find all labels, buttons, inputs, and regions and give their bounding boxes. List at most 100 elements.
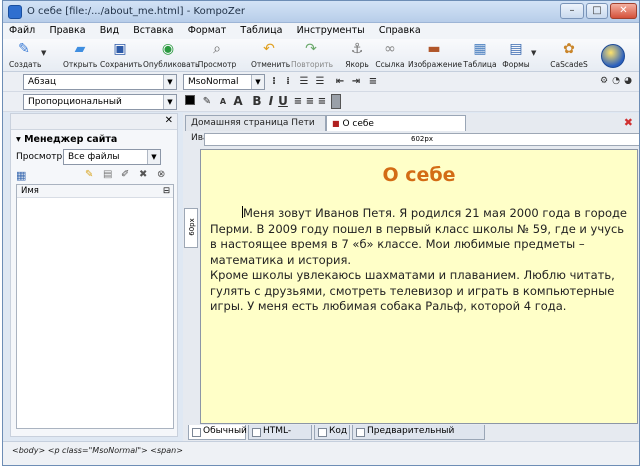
align-right-icon[interactable]: ≡ [317, 95, 327, 108]
link-icon: ∞ [384, 41, 396, 57]
new-button[interactable]: ✎ Создать [9, 41, 41, 69]
anchor-icon: ⚓ [350, 41, 364, 57]
height-ruler: 60px [184, 208, 198, 248]
close-tab-icon[interactable]: ✖ [624, 116, 633, 129]
format-toolbar-1: Абзац ▼ MsoNormal ▼ ⁝ ⁞ ☰ ☰ ⇤ ⇥ ≡ ⚙ ◔ ◕ [3, 72, 639, 92]
app-icon [8, 5, 22, 19]
forms-dropdown-arrow-icon[interactable]: ▼ [531, 49, 536, 57]
view-label: Просмотр [16, 152, 63, 162]
tab-source-code[interactable]: Код [314, 425, 350, 440]
close-panel-icon[interactable]: ✕ [165, 115, 173, 126]
cascades-palette-icon: ✿ [563, 41, 575, 57]
normal-mode-icon [192, 428, 201, 437]
body-text[interactable]: Меня зовут Иванов Петя. Я родился 21 мая… [210, 206, 632, 315]
open-button[interactable]: ▰ Открыть [63, 41, 97, 69]
menu-tools[interactable]: Инструменты [297, 23, 365, 39]
menu-table[interactable]: Таблица [240, 23, 282, 39]
align-left-icon[interactable]: ≡ [293, 95, 303, 108]
column-header-name[interactable]: Имя ⊟ [17, 185, 173, 198]
paragraph-2: Кроме школы увлекаюсь шахматами и плаван… [210, 268, 615, 313]
open-folder-icon: ▰ [74, 41, 86, 57]
justify-icon[interactable] [331, 94, 341, 109]
outdent-icon[interactable]: ⇤ [333, 75, 347, 88]
underline-button[interactable]: U [277, 95, 289, 108]
redo-icon: ↷ [305, 41, 317, 57]
new-folder-icon[interactable]: ▤ [103, 169, 112, 180]
status-bar: <body> <p class="MsoNormal"> <span> [3, 441, 639, 465]
tab-preview[interactable]: Предварительный просмотр [352, 425, 485, 449]
toolbar-option-icon[interactable]: ⚙ [599, 75, 609, 88]
image-button[interactable]: ▬ Изображение [408, 41, 462, 69]
menu-insert[interactable]: Вставка [133, 23, 173, 39]
minimize-button[interactable]: – [560, 3, 584, 19]
delete-icon[interactable]: ✖ [139, 169, 147, 180]
tab-home-page[interactable]: Домашняя страница Пети Иван... [185, 115, 326, 143]
width-ruler: 602px [204, 133, 639, 146]
menu-bar: Файл Правка Вид Вставка Формат Таблица И… [3, 23, 639, 39]
save-button[interactable]: ▣ Сохранить [100, 41, 142, 69]
forms-button[interactable]: ▤ Формы [501, 41, 531, 69]
site-icon[interactable]: ▦ [16, 169, 26, 182]
bold-button[interactable]: B [251, 95, 263, 108]
stop-icon[interactable]: ⊗ [157, 169, 165, 180]
new-document-icon: ✎ [18, 41, 30, 57]
app-window: О себе [file:/.../about_me.html] - Kompo… [2, 0, 640, 466]
maximize-button[interactable]: □ [586, 3, 608, 19]
edit-site-icon[interactable]: ✎ [85, 169, 93, 180]
numbered-list-icon[interactable]: ☰ [297, 75, 311, 88]
kompozer-logo-icon [601, 44, 625, 68]
column-picker-icon[interactable]: ⊟ [163, 185, 170, 197]
highlight-icon[interactable]: ✎ [201, 95, 213, 108]
undo-button[interactable]: ↶ Отменить [251, 41, 290, 69]
class-select[interactable]: MsoNormal ▼ [183, 74, 265, 90]
site-manager-panel: ✕ ▾ Менеджер сайта Просмотр Все файлы ▼ ▦… [10, 113, 178, 437]
publish-button[interactable]: ◉ Опубликовать [143, 41, 199, 69]
indent-icon[interactable]: ⇥ [349, 75, 363, 88]
chevron-down-icon: ▼ [251, 75, 264, 89]
document-canvas[interactable]: О себе Меня зовут Иванов Петя. Я родился… [200, 149, 638, 424]
paragraph-1: Меня зовут Иванов Петя. Я родился 21 мая… [210, 206, 628, 267]
tab-normal[interactable]: Обычный [188, 425, 247, 440]
paragraph-format-select[interactable]: Абзац ▼ [23, 74, 177, 90]
align-center-icon[interactable]: ≡ [305, 95, 315, 108]
site-manager-title: ▾ Менеджер сайта [16, 134, 118, 145]
anchor-button[interactable]: ⚓ Якорь [343, 41, 371, 69]
menu-edit[interactable]: Правка [49, 23, 85, 39]
align-icon[interactable]: ≡ [365, 75, 381, 88]
bullet-list-icon[interactable]: ☰ [313, 75, 327, 88]
link-button[interactable]: ∞ Ссылка [375, 41, 405, 69]
close-window-button[interactable]: ✕ [610, 3, 637, 19]
tab-html-tags[interactable]: HTML-теги [248, 425, 312, 449]
file-tree[interactable]: Имя ⊟ [16, 184, 174, 429]
preview-button[interactable]: ⌕ Просмотр [197, 41, 237, 69]
cascades-button[interactable]: ✿ CaScadeS [549, 41, 589, 69]
menu-format[interactable]: Формат [188, 23, 227, 39]
rename-icon[interactable]: ✐ [121, 169, 129, 180]
menu-file[interactable]: Файл [9, 23, 35, 39]
font-smaller-icon[interactable]: A [217, 95, 229, 108]
view-filter-select[interactable]: Все файлы ▼ [63, 149, 161, 165]
list-icon[interactable]: ⁝ [269, 75, 279, 88]
definition-list-icon[interactable]: ⁞ [283, 75, 293, 88]
format-toolbar-2: Пропорциональный ▼ ✎ A A B I U ≡ ≡ ≡ [3, 92, 639, 112]
italic-button[interactable]: I [265, 95, 277, 108]
code-icon [318, 428, 327, 437]
table-button[interactable]: ▦ Таблица [463, 41, 497, 69]
collapse-arrow-icon[interactable]: ▾ [16, 134, 21, 145]
toolbar-option-icon[interactable]: ◕ [623, 75, 633, 88]
text-color-icon[interactable] [185, 95, 195, 105]
font-select[interactable]: Пропорциональный ▼ [23, 94, 177, 110]
element-path[interactable]: <body> <p class="MsoNormal"> <span> [12, 446, 183, 455]
editor-area: Домашняя страница Пети Иван... ■ О себе … [183, 113, 639, 449]
tab-about-me[interactable]: ■ О себе [326, 115, 466, 131]
site-manager-header: ✕ [11, 114, 177, 130]
undo-icon: ↶ [263, 41, 275, 57]
menu-view[interactable]: Вид [100, 23, 119, 39]
redo-button[interactable]: ↷ Повторить [291, 41, 333, 69]
new-dropdown-arrow-icon[interactable]: ▼ [41, 49, 46, 57]
font-larger-icon[interactable]: A [231, 95, 245, 108]
save-icon: ▣ [113, 41, 127, 57]
main-toolbar: ✎ Создать ▼ ▰ Открыть ▣ Сохранить ◉ Опублико… [3, 39, 639, 72]
toolbar-option-icon[interactable]: ◔ [611, 75, 621, 88]
menu-help[interactable]: Справка [379, 23, 421, 39]
